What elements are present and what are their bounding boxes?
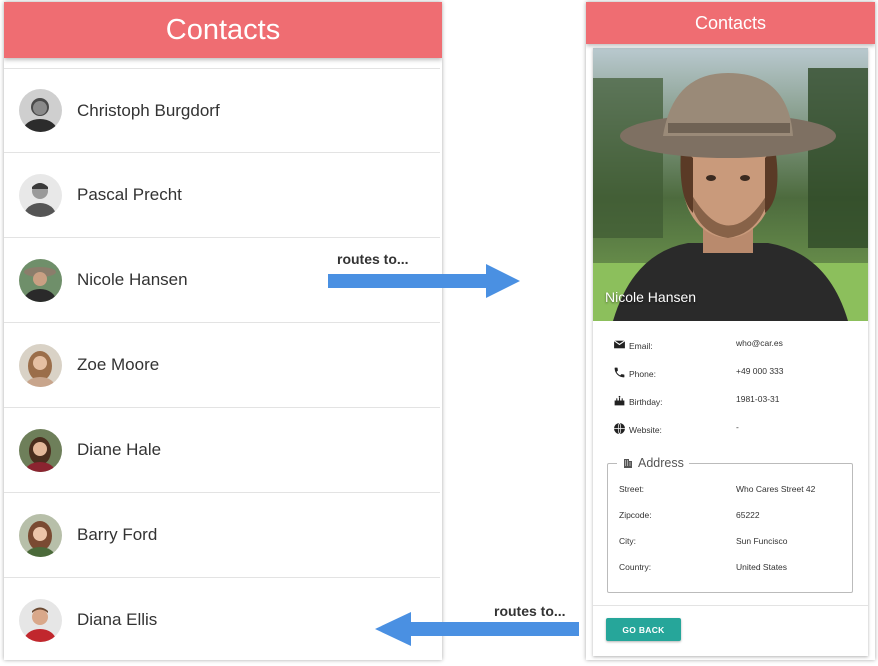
globe-icon [614,422,625,435]
contact-detail-screen: Contacts Nicole Hansen Email: who@car.es… [586,2,875,660]
address-legend-label: Address [638,456,684,470]
contact-item[interactable]: Christoph Burgdorf [4,68,440,153]
contact-avatar [19,343,62,387]
birthday-label: Birthday: [629,397,663,407]
email-icon [613,340,626,349]
contact-name: Pascal Precht [77,185,182,204]
website-row: Website: - [593,420,868,440]
website-label: Website: [629,425,662,435]
contact-item[interactable]: Diane Hale [4,408,440,493]
address-legend: Address [617,456,689,470]
contact-photo: Nicole Hansen [593,48,868,321]
go-back-button[interactable]: GO BACK [606,618,681,641]
phone-value[interactable]: +49 000 333 [736,366,784,376]
contacts-list-screen: Contacts Christoph Burgdorf Pascal Prech… [4,2,442,660]
contact-name: Diane Hale [77,440,162,459]
contact-avatar [19,89,62,132]
zipcode-label: Zipcode: [619,510,652,520]
contact-item[interactable]: Zoe Moore [4,323,440,408]
contact-avatar [19,428,62,472]
country-label: Country: [619,562,652,572]
contact-avatar [19,258,62,302]
card-divider [593,605,868,606]
contact-name: Diana Ellis [77,610,158,629]
contact-avatar [19,173,62,217]
email-label: Email: [629,341,653,351]
contact-avatar [19,598,62,642]
address-fieldset: Address Street: Who Cares Street 42 Zipc… [607,456,853,593]
birthday-value: 1981-03-31 [736,394,780,404]
contact-name: Nicole Hansen [77,270,188,289]
arrow-left-icon [375,612,579,646]
contact-avatar [19,513,62,557]
city-value: Sun Funcisco [736,536,788,546]
email-row: Email: who@car.es [593,336,868,356]
email-value[interactable]: who@car.es [736,338,783,348]
contact-photo-name: Nicole Hansen [605,289,697,305]
birthday-row: Birthday: 1981-03-31 [593,392,868,412]
zipcode-value: 65222 [736,510,760,520]
country-value: United States [736,562,788,572]
phone-label: Phone: [629,369,656,379]
arrow-right-icon [328,264,520,298]
contact-name: Christoph Burgdorf [77,100,220,120]
contacts-header: Contacts [4,2,442,58]
contact-item[interactable]: Pascal Precht [4,153,440,238]
building-icon [624,459,632,468]
phone-row: Phone: +49 000 333 [593,364,868,384]
city-label: City: [619,536,636,546]
contacts-header: Contacts [586,2,875,44]
street-value: Who Cares Street 42 [736,484,816,494]
contact-name: Zoe Moore [77,355,160,374]
contact-list: Christoph Burgdorf Pascal Precht Nicole … [4,68,440,660]
phone-icon [614,367,625,378]
cake-icon [614,395,625,406]
contact-detail-card: Nicole Hansen Email: who@car.es Phone: +… [593,48,868,656]
contact-name: Barry Ford [77,525,158,544]
street-label: Street: [619,484,645,494]
contact-item[interactable]: Barry Ford [4,493,440,578]
website-value[interactable]: - [736,422,739,432]
